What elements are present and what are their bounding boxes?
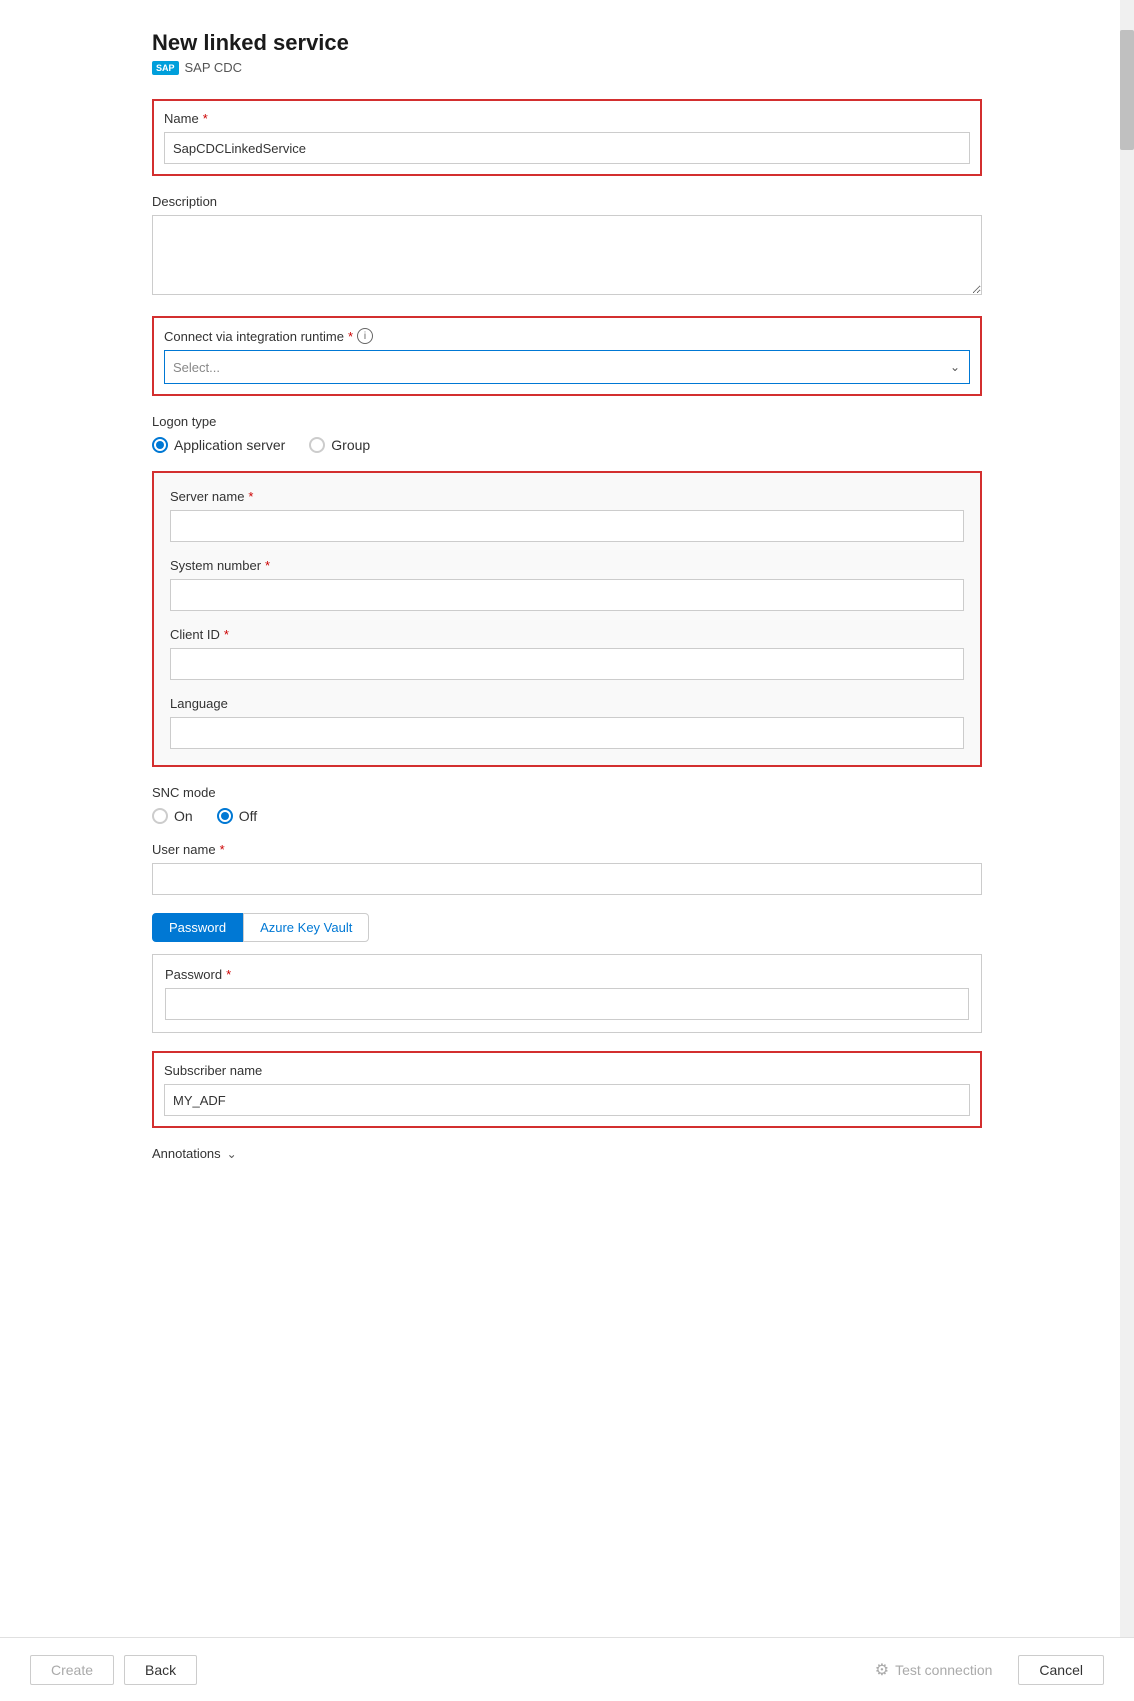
password-input[interactable] (165, 988, 969, 1020)
sap-service-label: SAP CDC (185, 60, 243, 75)
radio-snc-on[interactable]: On (152, 808, 193, 824)
info-icon[interactable]: i (357, 328, 373, 344)
radio-label-application-server: Application server (174, 437, 285, 453)
user-name-label: User name (152, 842, 216, 857)
subscriber-name-container: Subscriber name (152, 1051, 982, 1128)
password-label: Password (165, 967, 222, 982)
server-name-label: Server name (170, 489, 244, 504)
radio-label-snc-off: Off (239, 808, 257, 824)
system-number-label: System number (170, 558, 261, 573)
radio-snc-off[interactable]: Off (217, 808, 257, 824)
page-title: New linked service (152, 30, 982, 56)
client-id-required: * (224, 627, 229, 642)
description-field-group: Description (152, 194, 982, 298)
radio-circle-group (309, 437, 325, 453)
client-id-input[interactable] (170, 648, 964, 680)
user-name-required: * (220, 842, 225, 857)
radio-group[interactable]: Group (309, 437, 370, 453)
client-id-label: Client ID (170, 627, 220, 642)
ir-required: * (348, 329, 353, 344)
name-label: Name * (164, 111, 970, 126)
create-button[interactable]: Create (30, 1655, 114, 1685)
integration-runtime-label: Connect via integration runtime * i (164, 328, 970, 344)
language-input[interactable] (170, 717, 964, 749)
tab-azure-key-vault[interactable]: Azure Key Vault (243, 913, 369, 942)
subscriber-name-label: Subscriber name (164, 1063, 970, 1078)
sap-badge: SAP SAP CDC (152, 60, 982, 75)
snc-mode-label: SNC mode (152, 785, 982, 800)
logon-type-label: Logon type (152, 414, 982, 429)
sap-logo: SAP (152, 61, 179, 75)
radio-application-server[interactable]: Application server (152, 437, 285, 453)
language-label: Language (170, 696, 228, 711)
integration-runtime-select[interactable]: Select... (164, 350, 970, 384)
scrollbar[interactable] (1120, 0, 1134, 1701)
radio-label-group: Group (331, 437, 370, 453)
server-section: Server name * System number * Client ID … (152, 471, 982, 767)
snc-mode-section: SNC mode On Off (152, 785, 982, 824)
tab-password[interactable]: Password (152, 913, 243, 942)
annotations-label-text: Annotations (152, 1146, 221, 1161)
integration-runtime-select-wrapper: Select... ⌄ (164, 350, 970, 384)
name-required: * (203, 111, 208, 126)
back-button[interactable]: Back (124, 1655, 197, 1685)
password-tab-group: Password Azure Key Vault (152, 913, 982, 942)
cancel-button[interactable]: Cancel (1018, 1655, 1104, 1685)
logon-type-radio-group: Application server Group (152, 437, 982, 453)
subscriber-name-input[interactable] (164, 1084, 970, 1116)
radio-circle-application-server (152, 437, 168, 453)
system-number-required: * (265, 558, 270, 573)
bottom-bar: Create Back ⚙ Test connection Cancel (0, 1637, 1134, 1701)
integration-runtime-container: Connect via integration runtime * i Sele… (152, 316, 982, 396)
description-input[interactable] (152, 215, 982, 295)
annotations-section: Annotations ⌄ (152, 1146, 982, 1161)
radio-label-snc-on: On (174, 808, 193, 824)
scrollbar-thumb[interactable] (1120, 30, 1134, 150)
test-connection-button[interactable]: ⚙ Test connection (859, 1654, 1009, 1686)
system-number-input[interactable] (170, 579, 964, 611)
server-name-input[interactable] (170, 510, 964, 542)
server-name-required: * (248, 489, 253, 504)
name-input[interactable] (164, 132, 970, 164)
language-field: Language (170, 696, 964, 749)
logon-type-section: Logon type Application server Group (152, 414, 982, 453)
name-field-container: Name * (152, 99, 982, 176)
radio-circle-snc-on (152, 808, 168, 824)
user-name-input[interactable] (152, 863, 982, 895)
system-number-field: System number * (170, 558, 964, 611)
client-id-field: Client ID * (170, 627, 964, 680)
password-field-group: Password * (152, 954, 982, 1033)
user-name-field-group: User name * (152, 842, 982, 895)
server-name-field: Server name * (170, 489, 964, 542)
description-label: Description (152, 194, 982, 209)
radio-circle-snc-off (217, 808, 233, 824)
annotations-chevron-icon: ⌄ (227, 1147, 237, 1161)
snc-radio-group: On Off (152, 808, 982, 824)
password-required: * (226, 967, 231, 982)
test-connection-icon: ⚙ (875, 1660, 889, 1680)
test-connection-label: Test connection (895, 1662, 992, 1678)
